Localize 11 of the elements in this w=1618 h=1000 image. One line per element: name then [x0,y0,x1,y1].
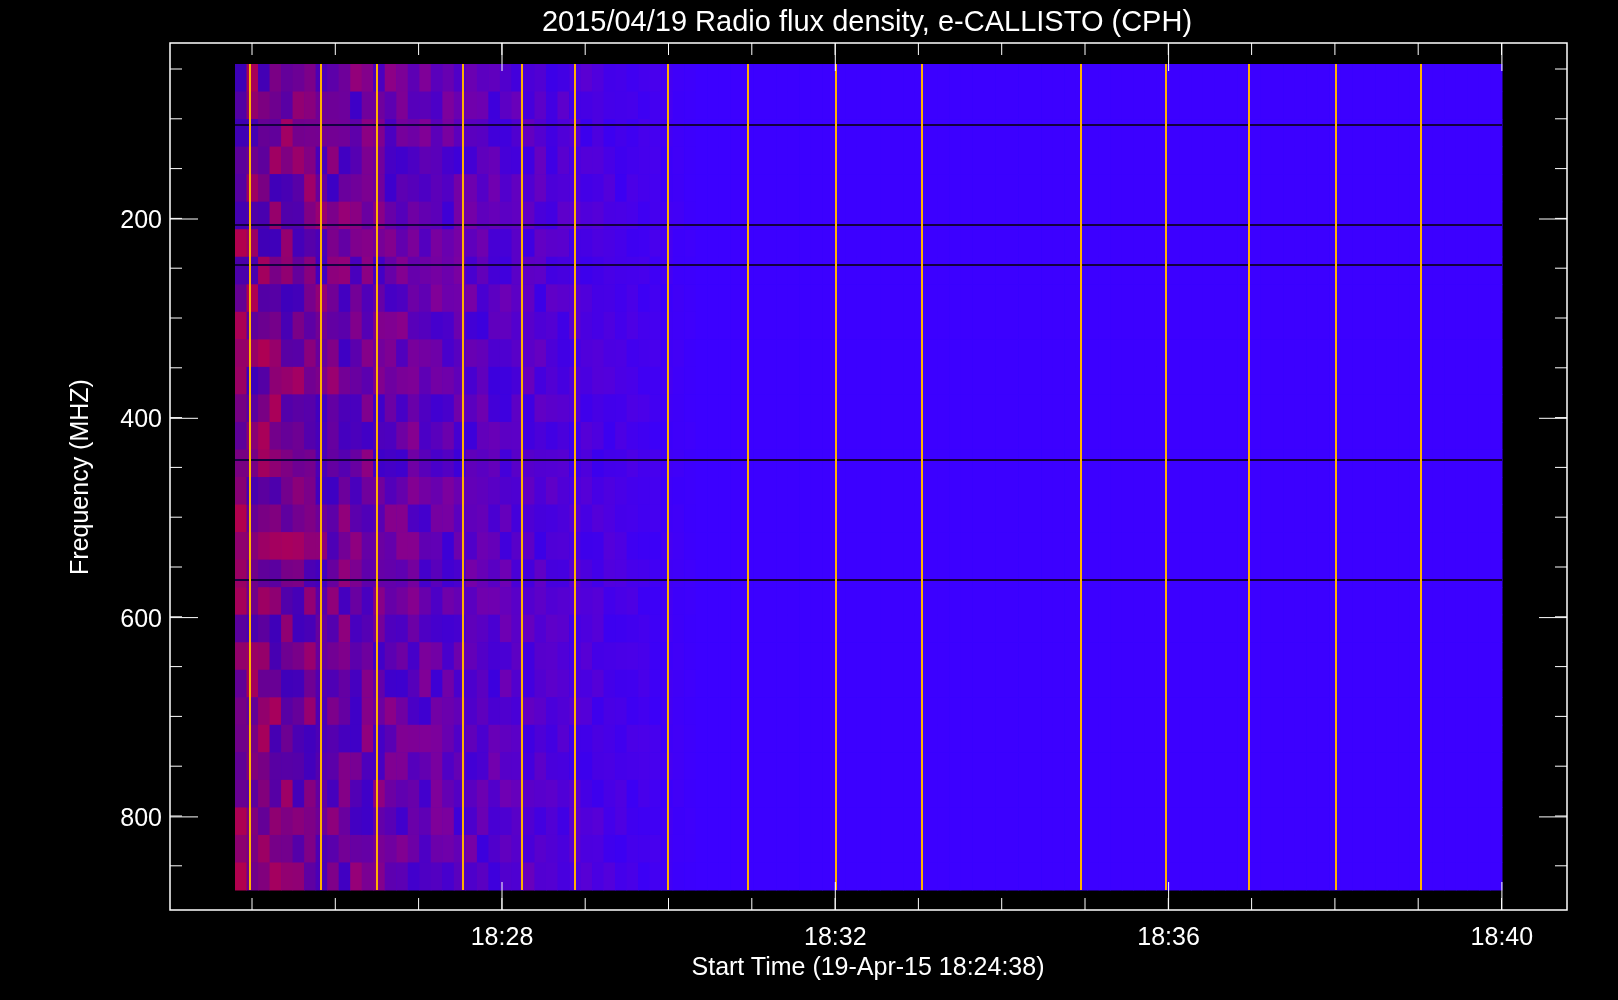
chart-title: 2015/04/19 Radio flux density, e-CALLISTO (CPH) [541,5,1193,37]
x-tick-label: 18:36 [1137,922,1200,950]
y-tick-label: 200 [120,205,162,233]
x-tick-label: 18:32 [804,922,867,950]
y-axis-title: Frequency (MHZ) [65,379,93,575]
y-tick-label: 800 [120,802,162,831]
x-tick-label: 18:28 [470,922,534,950]
y-tick-label: 400 [120,404,162,433]
y-tick-label: 600 [120,603,162,632]
x-tick-label: 18:40 [1470,922,1534,950]
x-axis-title: Start Time (19-Apr-15 18:24:38) [691,952,1045,980]
